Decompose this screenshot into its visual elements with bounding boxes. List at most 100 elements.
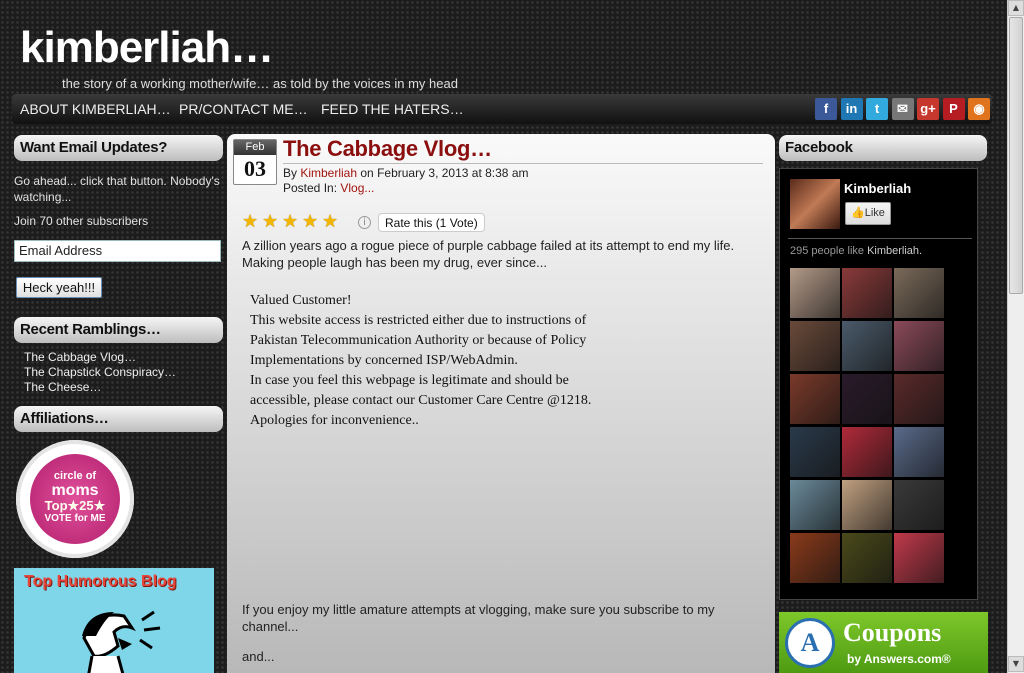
email-blurb: Go ahead... click that button. Nobody's … xyxy=(14,174,220,204)
main-navigation: ABOUT KIMBERLIAH… PR/CONTACT ME… FEED TH… xyxy=(12,94,992,124)
banner-title: Top Humorous Blog xyxy=(24,573,177,590)
post-intro: A zillion years ago a rogue piece of pur… xyxy=(242,238,735,270)
scroll-up-arrow-icon[interactable]: ▲ xyxy=(1008,0,1024,16)
recent-ramblings-heading: Recent Ramblings… xyxy=(14,317,223,343)
thumbs-up-icon: 👍 xyxy=(851,207,865,219)
post-panel: Feb 03 The Cabbage Vlog… By Kimberliah o… xyxy=(227,134,775,673)
blocked-notice: Valued Customer! This website access is … xyxy=(250,291,591,431)
rate-this-button[interactable]: Rate this (1 Vote) xyxy=(378,213,485,232)
scrollbar-thumb[interactable] xyxy=(1009,17,1023,294)
facebook-fan-thumbnail[interactable] xyxy=(790,427,840,477)
facebook-fan-thumbnail[interactable] xyxy=(894,480,944,530)
facebook-fan-thumbnail[interactable] xyxy=(894,427,944,477)
facebook-fan-count: 295 people like Kimberliah. xyxy=(790,245,922,257)
fan-count-text: 295 people like xyxy=(790,245,868,257)
vertical-scrollbar[interactable]: ▲ ▼ xyxy=(1007,0,1024,673)
page: kimberliah… the story of a working mothe… xyxy=(0,0,1007,673)
post-byline: By Kimberliah on February 3, 2013 at 8:3… xyxy=(283,166,529,180)
affiliations-heading: Affiliations… xyxy=(14,406,223,432)
title-divider xyxy=(283,163,763,164)
post-date-calendar: Feb 03 xyxy=(233,139,277,185)
star-icon[interactable]: ★ xyxy=(282,212,298,232)
blocked-line: Implementations by concerned ISP/WebAdmi… xyxy=(250,353,518,368)
subscribe-button[interactable]: Heck yeah!!! xyxy=(16,277,102,298)
blocked-line: In case you feel this webpage is legitim… xyxy=(250,373,569,388)
post-outro: If you enjoy my little amature attempts … xyxy=(242,602,715,634)
site-tagline: the story of a working mother/wife… as t… xyxy=(62,76,458,91)
star-icon[interactable]: ★ xyxy=(322,212,338,232)
facebook-like-button[interactable]: 👍Like xyxy=(845,202,891,225)
facebook-fan-thumbnail[interactable] xyxy=(790,533,840,583)
nav-pr-contact[interactable]: PR/CONTACT ME… xyxy=(179,101,308,117)
fan-count-name[interactable]: Kimberliah. xyxy=(867,245,922,257)
badge-line2: moms xyxy=(51,482,99,499)
like-label: Like xyxy=(864,207,885,219)
linkedin-icon[interactable]: in xyxy=(840,98,863,120)
facebook-fan-thumbnail[interactable] xyxy=(842,480,892,530)
facebook-fan-thumbnail[interactable] xyxy=(842,268,892,318)
facebook-heading: Facebook xyxy=(779,135,987,161)
badge-inner: circle of moms Top★25★ VOTE for ME xyxy=(30,454,120,544)
facebook-fan-thumbnail[interactable] xyxy=(842,321,892,371)
post-title[interactable]: The Cabbage Vlog… xyxy=(283,136,492,162)
twitter-icon[interactable]: t xyxy=(866,98,888,120)
post-month: Feb xyxy=(234,140,276,155)
site-title[interactable]: kimberliah… xyxy=(20,26,274,70)
coupons-ad[interactable]: A Coupons by Answers.com® xyxy=(779,612,988,673)
facebook-icon[interactable]: f xyxy=(815,98,837,120)
category-link[interactable]: Vlog... xyxy=(340,181,374,195)
facebook-divider xyxy=(788,238,972,239)
post-category: Posted In: Vlog... xyxy=(283,181,374,195)
scroll-down-arrow-icon[interactable]: ▼ xyxy=(1008,656,1024,672)
facebook-fan-thumbnail[interactable] xyxy=(842,427,892,477)
cartoon-man-icon xyxy=(82,610,161,673)
posted-in-label: Posted In: xyxy=(283,181,341,195)
facebook-fan-thumbnail[interactable] xyxy=(790,374,840,424)
facebook-fan-thumbnail[interactable] xyxy=(894,374,944,424)
blocked-line: accessible, please contact our Customer … xyxy=(250,393,592,408)
post-date: on February 3, 2013 at 8:38 am xyxy=(357,166,529,180)
email-icon[interactable]: ✉ xyxy=(891,98,914,120)
post-day: 03 xyxy=(244,156,266,181)
star-icon[interactable]: ★ xyxy=(262,212,278,232)
rambling-link[interactable]: The Cheese… xyxy=(24,380,101,394)
facebook-fan-thumbnail[interactable] xyxy=(842,374,892,424)
facebook-fan-thumbnail[interactable] xyxy=(894,268,944,318)
pinterest-icon[interactable]: P xyxy=(942,98,965,120)
badge-line4: VOTE for ME xyxy=(44,513,106,524)
facebook-fan-thumbnail[interactable] xyxy=(842,533,892,583)
post-and: and... xyxy=(242,649,275,664)
subscriber-count: Join 70 other subscribers xyxy=(14,214,149,228)
email-field[interactable]: Email Address xyxy=(14,240,221,262)
rambling-link[interactable]: The Chapstick Conspiracy… xyxy=(24,365,176,379)
facebook-profile-picture[interactable] xyxy=(790,179,840,229)
google-plus-icon[interactable]: g+ xyxy=(917,98,939,120)
facebook-fan-thumbnail[interactable] xyxy=(790,268,840,318)
circle-of-moms-badge[interactable]: circle of moms Top★25★ VOTE for ME xyxy=(16,440,134,558)
facebook-page-name[interactable]: Kimberliah xyxy=(844,181,911,196)
author-link[interactable]: Kimberliah xyxy=(300,166,357,180)
by-prefix: By xyxy=(283,166,301,180)
badge-line3: Top★25★ xyxy=(44,498,106,513)
facebook-fan-thumbnail[interactable] xyxy=(894,321,944,371)
rss-icon[interactable]: ◉ xyxy=(968,98,990,120)
blocked-line: Valued Customer! xyxy=(250,293,352,308)
nav-about[interactable]: ABOUT KIMBERLIAH… xyxy=(20,101,171,117)
nav-feed-the-haters[interactable]: FEED THE HATERS… xyxy=(321,101,464,117)
info-icon[interactable]: i xyxy=(358,216,371,229)
facebook-fan-thumbnail[interactable] xyxy=(790,321,840,371)
star-icon[interactable]: ★ xyxy=(242,212,258,232)
facebook-like-box: Kimberliah 👍Like 295 people like Kimberl… xyxy=(779,168,978,600)
blocked-line: This website access is restricted either… xyxy=(250,313,587,328)
blocked-line: Pakistan Telecommunication Authority or … xyxy=(250,333,587,348)
facebook-fan-thumbnail[interactable] xyxy=(894,533,944,583)
star-icon[interactable]: ★ xyxy=(302,212,318,232)
coupons-title: Coupons xyxy=(843,618,942,647)
top-humorous-blog-banner[interactable]: Top Humorous Blog xyxy=(14,568,214,673)
blocked-line: Apologies for inconvenience.. xyxy=(250,413,419,428)
answers-logo-icon: A xyxy=(785,618,835,668)
email-updates-heading: Want Email Updates? xyxy=(14,135,223,161)
coupons-subtitle: by Answers.com® xyxy=(847,652,951,666)
rambling-link[interactable]: The Cabbage Vlog… xyxy=(24,350,136,364)
facebook-fan-thumbnail[interactable] xyxy=(790,480,840,530)
